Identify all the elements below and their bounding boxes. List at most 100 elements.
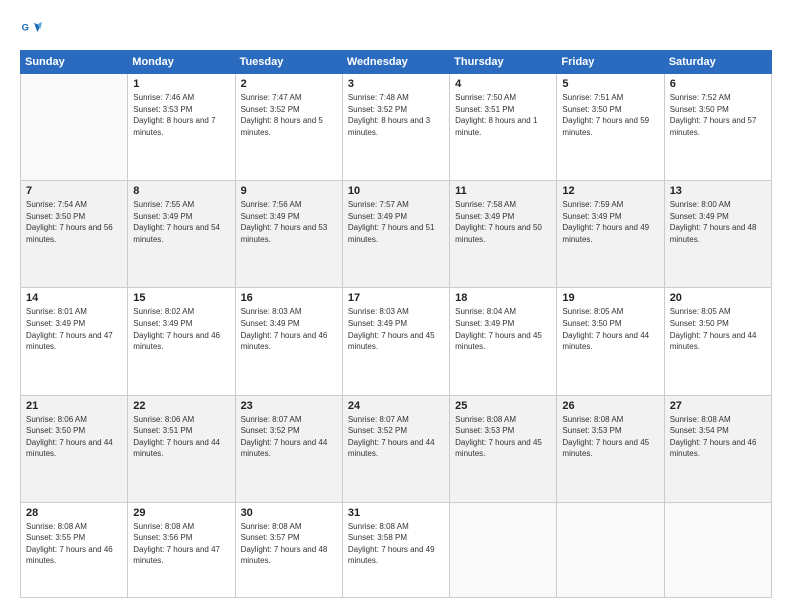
day-info: Sunrise: 8:08 AMSunset: 3:57 PMDaylight:… [241,521,337,567]
day-number: 16 [241,292,337,304]
day-number: 23 [241,400,337,412]
calendar-cell: 25 Sunrise: 8:08 AMSunset: 3:53 PMDayligh… [450,395,557,502]
logo: G [20,18,46,40]
weekday-header-tuesday: Tuesday [235,51,342,74]
page: G SundayMondayTuesdayWednesdayThursdayFr… [0,0,792,612]
calendar-cell: 28 Sunrise: 8:08 AMSunset: 3:55 PMDayligh… [21,502,128,597]
header: G [20,18,772,40]
weekday-header-saturday: Saturday [664,51,771,74]
day-number: 22 [133,400,229,412]
calendar-cell: 26 Sunrise: 8:08 AMSunset: 3:53 PMDayligh… [557,395,664,502]
day-number: 15 [133,292,229,304]
calendar-cell: 31Sunrise: 8:08 AMSunset: 3:58 PMDayligh… [342,502,449,597]
day-info: Sunrise: 8:08 AMSunset: 3:58 PMDaylight:… [348,521,444,567]
day-info: Sunrise: 8:06 AMSunset: 3:51 PMDaylight:… [133,414,229,460]
calendar-cell [664,502,771,597]
day-number: 18 [455,292,551,304]
day-number: 17 [348,292,444,304]
calendar-cell: 11 Sunrise: 7:58 AMSunset: 3:49 PMDayligh… [450,181,557,288]
calendar-cell: 13 Sunrise: 8:00 AMSunset: 3:49 PMDayligh… [664,181,771,288]
calendar-cell: 21 Sunrise: 8:06 AMSunset: 3:50 PMDayligh… [21,395,128,502]
day-info: Sunrise: 8:03 AMSunset: 3:49 PMDaylight:… [241,306,337,352]
day-number: 14 [26,292,122,304]
calendar-cell: 3Sunrise: 7:48 AMSunset: 3:52 PMDaylight… [342,74,449,181]
day-info: Sunrise: 8:08 AMSunset: 3:55 PMDaylight:… [26,521,122,567]
day-info: Sunrise: 8:08 AMSunset: 3:54 PMDaylight:… [670,414,766,460]
day-info: Sunrise: 7:57 AMSunset: 3:49 PMDaylight:… [348,199,444,245]
week-row-1: 1 Sunrise: 7:46 AMSunset: 3:53 PMDaylight… [21,74,772,181]
logo-icon: G [20,18,42,40]
calendar-cell [450,502,557,597]
calendar-cell: 8Sunrise: 7:55 AMSunset: 3:49 PMDaylight… [128,181,235,288]
calendar-cell: 15Sunrise: 8:02 AMSunset: 3:49 PMDayligh… [128,288,235,395]
day-number: 8 [133,185,229,197]
day-number: 20 [670,292,766,304]
calendar-cell: 5Sunrise: 7:51 AMSunset: 3:50 PMDaylight… [557,74,664,181]
calendar-cell: 29 Sunrise: 8:08 AMSunset: 3:56 PMDayligh… [128,502,235,597]
day-number: 27 [670,400,766,412]
calendar-cell: 1 Sunrise: 7:46 AMSunset: 3:53 PMDaylight… [128,74,235,181]
calendar-cell: 27 Sunrise: 8:08 AMSunset: 3:54 PMDayligh… [664,395,771,502]
day-number: 29 [133,507,229,519]
day-info: Sunrise: 8:05 AMSunset: 3:50 PMDaylight:… [670,306,766,352]
day-info: Sunrise: 8:01 AMSunset: 3:49 PMDaylight:… [26,306,122,352]
day-info: Sunrise: 7:56 AMSunset: 3:49 PMDaylight:… [241,199,337,245]
calendar-cell: 19 Sunrise: 8:05 AMSunset: 3:50 PMDayligh… [557,288,664,395]
day-number: 1 [133,78,229,90]
calendar-cell: 18 Sunrise: 8:04 AMSunset: 3:49 PMDayligh… [450,288,557,395]
day-number: 6 [670,78,766,90]
day-info: Sunrise: 7:59 AMSunset: 3:49 PMDaylight:… [562,199,658,245]
calendar-cell: 7 Sunrise: 7:54 AMSunset: 3:50 PMDaylight… [21,181,128,288]
day-info: Sunrise: 7:54 AMSunset: 3:50 PMDaylight:… [26,199,122,245]
calendar-cell: 16 Sunrise: 8:03 AMSunset: 3:49 PMDayligh… [235,288,342,395]
day-info: Sunrise: 8:04 AMSunset: 3:49 PMDaylight:… [455,306,551,352]
day-number: 13 [670,185,766,197]
day-number: 12 [562,185,658,197]
week-row-4: 21 Sunrise: 8:06 AMSunset: 3:50 PMDayligh… [21,395,772,502]
day-number: 9 [241,185,337,197]
day-number: 2 [241,78,337,90]
calendar-cell: 23 Sunrise: 8:07 AMSunset: 3:52 PMDayligh… [235,395,342,502]
day-info: Sunrise: 8:03 AMSunset: 3:49 PMDaylight:… [348,306,444,352]
weekday-header-sunday: Sunday [21,51,128,74]
day-number: 24 [348,400,444,412]
calendar-cell: 12 Sunrise: 7:59 AMSunset: 3:49 PMDayligh… [557,181,664,288]
calendar-cell: 2 Sunrise: 7:47 AMSunset: 3:52 PMDaylight… [235,74,342,181]
day-info: Sunrise: 8:00 AMSunset: 3:49 PMDaylight:… [670,199,766,245]
day-number: 28 [26,507,122,519]
day-number: 5 [562,78,658,90]
week-row-5: 28 Sunrise: 8:08 AMSunset: 3:55 PMDayligh… [21,502,772,597]
calendar-cell [21,74,128,181]
calendar-cell: 6 Sunrise: 7:52 AMSunset: 3:50 PMDaylight… [664,74,771,181]
day-info: Sunrise: 8:08 AMSunset: 3:53 PMDaylight:… [562,414,658,460]
day-number: 26 [562,400,658,412]
calendar-cell: 17 Sunrise: 8:03 AMSunset: 3:49 PMDayligh… [342,288,449,395]
day-number: 21 [26,400,122,412]
day-number: 30 [241,507,337,519]
day-info: Sunrise: 8:07 AMSunset: 3:52 PMDaylight:… [348,414,444,460]
day-number: 19 [562,292,658,304]
day-number: 7 [26,185,122,197]
day-number: 11 [455,185,551,197]
day-info: Sunrise: 8:08 AMSunset: 3:56 PMDaylight:… [133,521,229,567]
day-info: Sunrise: 8:08 AMSunset: 3:53 PMDaylight:… [455,414,551,460]
day-info: Sunrise: 7:58 AMSunset: 3:49 PMDaylight:… [455,199,551,245]
calendar-table: SundayMondayTuesdayWednesdayThursdayFrid… [20,50,772,598]
calendar-cell: 22 Sunrise: 8:06 AMSunset: 3:51 PMDayligh… [128,395,235,502]
weekday-header-friday: Friday [557,51,664,74]
weekday-header-row: SundayMondayTuesdayWednesdayThursdayFrid… [21,51,772,74]
day-info: Sunrise: 7:46 AMSunset: 3:53 PMDaylight:… [133,92,229,138]
day-number: 4 [455,78,551,90]
day-number: 3 [348,78,444,90]
day-number: 25 [455,400,551,412]
weekday-header-wednesday: Wednesday [342,51,449,74]
calendar-cell [557,502,664,597]
weekday-header-thursday: Thursday [450,51,557,74]
day-info: Sunrise: 7:47 AMSunset: 3:52 PMDaylight:… [241,92,337,138]
day-info: Sunrise: 8:07 AMSunset: 3:52 PMDaylight:… [241,414,337,460]
day-info: Sunrise: 8:06 AMSunset: 3:50 PMDaylight:… [26,414,122,460]
day-info: Sunrise: 8:05 AMSunset: 3:50 PMDaylight:… [562,306,658,352]
weekday-header-monday: Monday [128,51,235,74]
day-info: Sunrise: 7:52 AMSunset: 3:50 PMDaylight:… [670,92,766,138]
calendar-cell: 20 Sunrise: 8:05 AMSunset: 3:50 PMDayligh… [664,288,771,395]
